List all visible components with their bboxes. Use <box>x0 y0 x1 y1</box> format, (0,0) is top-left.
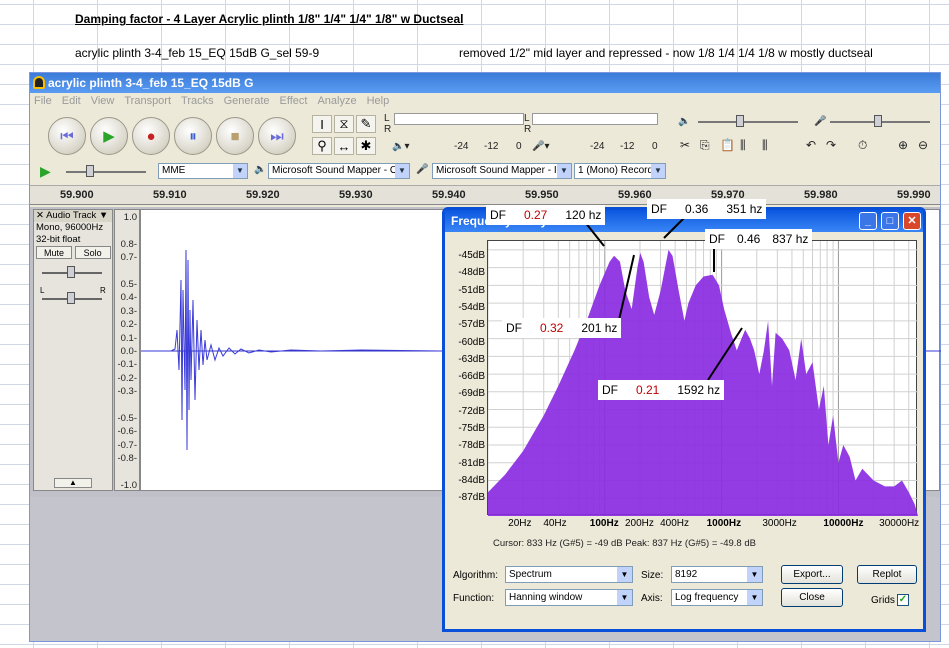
df-frequency: 351 hz <box>726 202 763 216</box>
annotation-351hz: DF 0.36 351 hz <box>647 199 767 219</box>
leader-line-351hz <box>663 215 687 239</box>
annotation-201hz: DF 0.32 201 hz <box>502 318 622 338</box>
df-frequency: 201 hz <box>581 321 618 335</box>
leader-line-1592hz <box>707 327 743 381</box>
annotation-120hz: DF 0.27 120 hz <box>486 205 606 225</box>
annotation-1592hz: DF 0.21 1592 hz <box>598 380 725 400</box>
df-label: DF <box>651 202 667 216</box>
df-value: 0.32 <box>540 321 564 335</box>
annotation-leaders <box>584 215 743 381</box>
df-value: 0.46 <box>737 232 761 246</box>
df-label: DF <box>490 208 506 222</box>
df-frequency: 837 hz <box>772 232 809 246</box>
df-value: 0.21 <box>636 383 660 397</box>
df-label: DF <box>506 321 522 335</box>
df-value: 0.36 <box>685 202 709 216</box>
leader-line-120hz <box>584 221 605 247</box>
df-value: 0.27 <box>524 208 548 222</box>
df-frequency: 120 hz <box>565 208 602 222</box>
df-label: DF <box>709 232 725 246</box>
df-label: DF <box>602 383 618 397</box>
annotation-837hz: DF 0.46 837 hz <box>705 229 813 249</box>
df-frequency: 1592 hz <box>677 383 721 397</box>
leader-line-201hz <box>618 254 635 321</box>
